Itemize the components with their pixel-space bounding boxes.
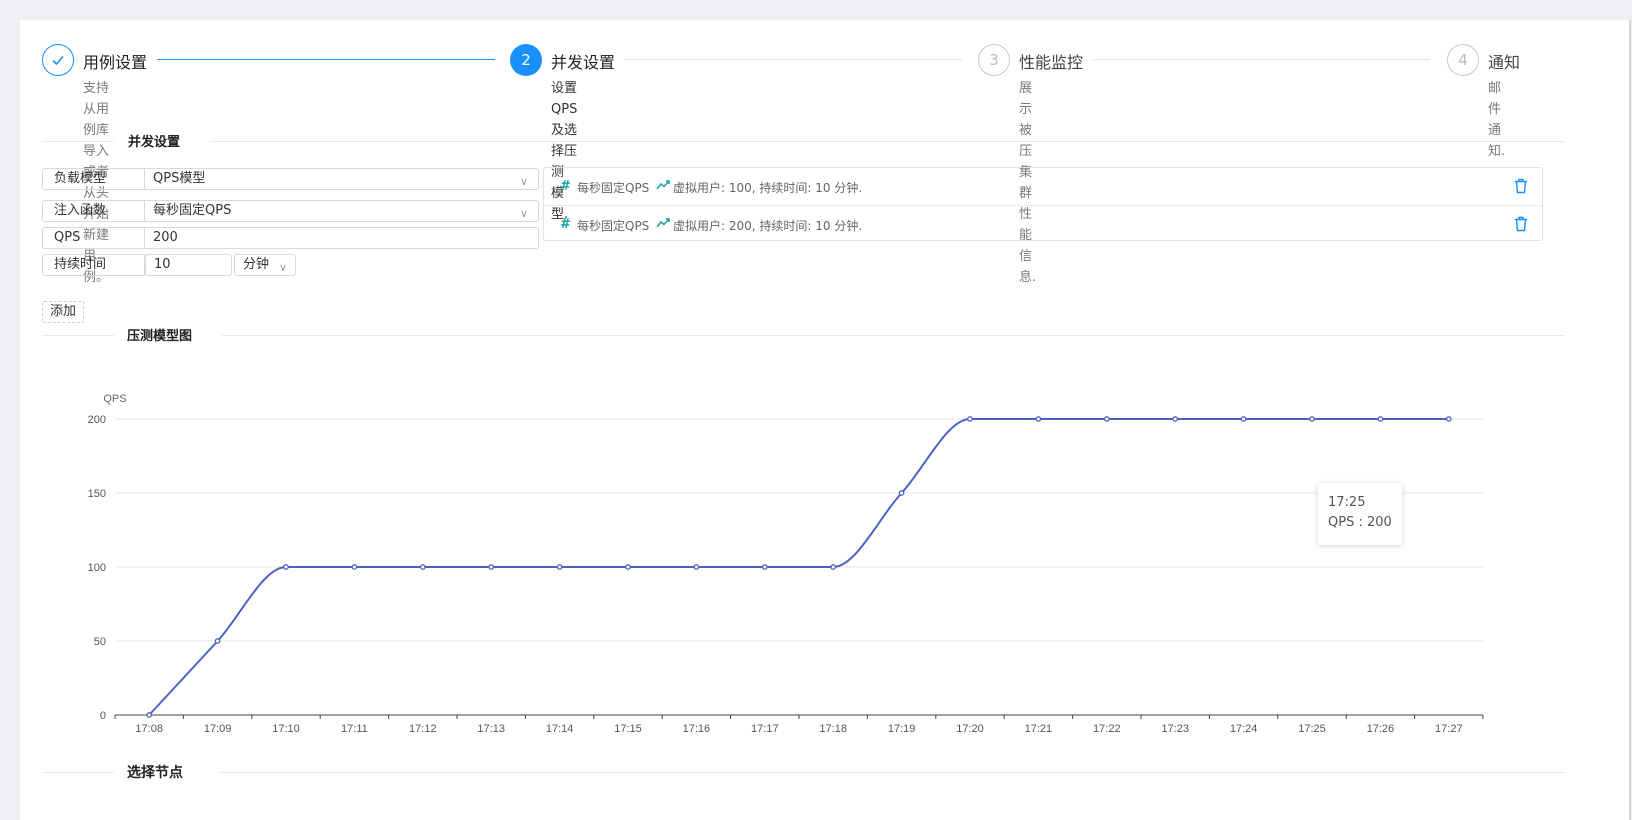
x-tick-label: 17:19 xyxy=(888,723,916,735)
x-tick-label: 17:24 xyxy=(1230,723,1258,735)
x-tick-label: 17:13 xyxy=(477,723,505,735)
x-tick-label: 17:17 xyxy=(751,723,779,735)
main-card: 用例设置 支持从用例库导入或者 从头开始新建用例。 2 并发设置 设置QPS及选… xyxy=(20,20,1630,820)
x-tick-label: 17:23 xyxy=(1161,723,1189,735)
data-point xyxy=(830,564,837,570)
y-tick-label: 100 xyxy=(88,562,106,574)
data-point xyxy=(967,416,973,422)
data-point xyxy=(1172,416,1179,422)
section-title: 选择节点 xyxy=(127,765,183,781)
x-tick-label: 17:21 xyxy=(1025,723,1053,735)
x-tick-label: 17:18 xyxy=(819,723,847,735)
y-tick-label: 200 xyxy=(88,414,106,426)
y-tick-label: 0 xyxy=(100,710,106,722)
x-tick-label: 17:09 xyxy=(204,723,232,735)
y-axis-label: QPS xyxy=(103,393,126,405)
data-point xyxy=(1309,416,1315,422)
x-tick-label: 17:08 xyxy=(135,723,163,735)
data-point xyxy=(351,564,358,570)
x-tick-label: 17:16 xyxy=(683,723,711,735)
x-tick-label: 17:14 xyxy=(546,723,574,735)
x-tick-label: 17:26 xyxy=(1367,723,1395,735)
data-point xyxy=(693,564,700,570)
x-tick-label: 17:12 xyxy=(409,723,437,735)
tooltip-value: QPS : 200 xyxy=(1328,515,1392,530)
y-tick-label: 50 xyxy=(94,636,106,648)
data-point xyxy=(1445,416,1452,422)
scrollbar[interactable] xyxy=(1629,20,1631,820)
x-tick-label: 17:10 xyxy=(272,723,300,735)
data-point xyxy=(214,638,221,644)
x-tick-label: 17:25 xyxy=(1298,723,1326,735)
data-point xyxy=(488,564,495,570)
data-point xyxy=(625,564,631,570)
x-tick-label: 17:15 xyxy=(614,723,642,735)
data-point xyxy=(761,564,768,570)
data-point xyxy=(1035,416,1042,422)
data-point xyxy=(556,564,563,570)
data-point xyxy=(419,564,426,570)
chart-tooltip: 17:25 QPS : 200 xyxy=(1318,483,1402,545)
data-point xyxy=(146,712,153,718)
y-tick-label: 150 xyxy=(88,488,106,500)
data-point xyxy=(283,564,289,570)
data-point xyxy=(1103,416,1110,422)
data-point xyxy=(898,490,905,496)
data-point xyxy=(1240,416,1247,422)
x-tick-label: 17:22 xyxy=(1093,723,1121,735)
qps-line-chart: QPS 0 50 100 150 200 17:08 17:09 17:10 17:11 17:12… xyxy=(88,393,1484,735)
x-tick-label: 17:20 xyxy=(956,723,984,735)
x-tick-label: 17:27 xyxy=(1435,723,1463,735)
section-select-nodes: 选择节点 xyxy=(42,762,1630,782)
x-tick-label: 17:11 xyxy=(341,723,368,735)
data-point xyxy=(1377,416,1384,422)
tooltip-time: 17:25 xyxy=(1328,495,1366,510)
